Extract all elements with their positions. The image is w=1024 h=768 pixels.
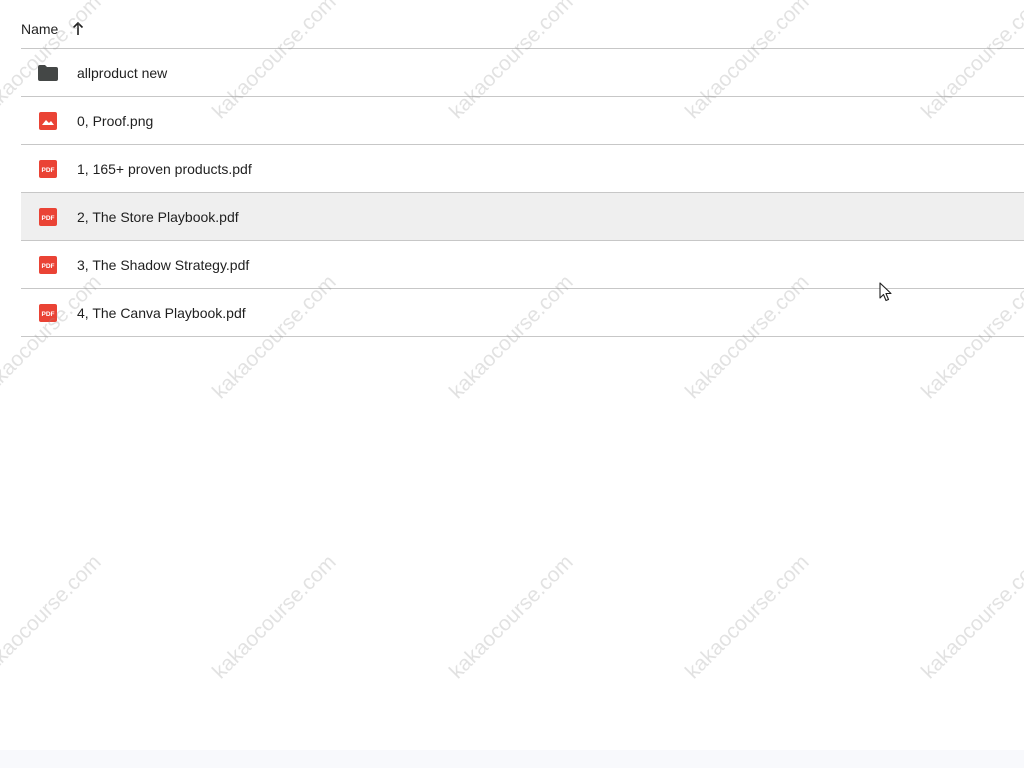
file-row[interactable]: allproduct new bbox=[21, 49, 1024, 97]
name-column-label: Name bbox=[21, 21, 59, 37]
mouse-cursor-icon bbox=[879, 282, 893, 302]
pdf-icon: PDF bbox=[38, 303, 58, 323]
file-name: 1, 165+ proven products.pdf bbox=[77, 160, 252, 177]
file-name: 2, The Store Playbook.pdf bbox=[77, 208, 239, 225]
image-icon bbox=[38, 111, 58, 131]
pdf-icon-label: PDF bbox=[42, 311, 55, 318]
pdf-icon: PDF bbox=[38, 255, 58, 275]
file-row[interactable]: 0, Proof.png bbox=[21, 97, 1024, 145]
file-row[interactable]: PDF 1, 165+ proven products.pdf bbox=[21, 145, 1024, 193]
watermark-text: kakaocourse.com bbox=[445, 550, 578, 684]
arrow-up-icon[interactable] bbox=[70, 21, 86, 37]
file-name: 3, The Shadow Strategy.pdf bbox=[77, 256, 250, 273]
pdf-icon: PDF bbox=[38, 159, 58, 179]
pdf-icon-label: PDF bbox=[42, 215, 55, 222]
file-list: Name allproduct new 0, Proof.png PDF 1, … bbox=[21, 0, 1024, 337]
folder-icon bbox=[38, 63, 58, 83]
file-browser: Name allproduct new 0, Proof.png PDF 1, … bbox=[0, 0, 1024, 768]
pdf-icon-label: PDF bbox=[42, 167, 55, 174]
pdf-icon: PDF bbox=[38, 207, 58, 227]
pdf-icon-label: PDF bbox=[42, 263, 55, 270]
name-column-header[interactable]: Name bbox=[21, 21, 86, 37]
watermark-text: kakaocourse.com bbox=[917, 550, 1024, 684]
watermark-text: kakaocourse.com bbox=[0, 550, 106, 684]
file-name: allproduct new bbox=[77, 64, 168, 81]
file-name: 0, Proof.png bbox=[77, 112, 154, 129]
file-row[interactable]: PDF 3, The Shadow Strategy.pdf bbox=[21, 241, 1024, 289]
file-row-selected[interactable]: PDF 2, The Store Playbook.pdf bbox=[21, 193, 1024, 241]
list-header: Name bbox=[21, 0, 1024, 49]
watermark-text: kakaocourse.com bbox=[208, 550, 341, 684]
watermark-text: kakaocourse.com bbox=[681, 550, 814, 684]
file-name: 4, The Canva Playbook.pdf bbox=[77, 304, 246, 321]
bottom-bar bbox=[0, 750, 1024, 768]
file-row[interactable]: PDF 4, The Canva Playbook.pdf bbox=[21, 289, 1024, 337]
